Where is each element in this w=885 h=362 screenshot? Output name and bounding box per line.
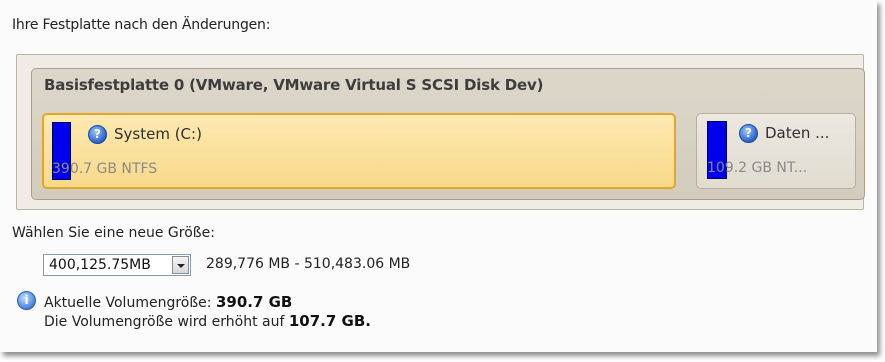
disk-container: Basisfestplatte 0 (VMware, VMware Virtua… [31, 68, 865, 200]
partition-name: System (C:) [114, 125, 202, 143]
disk-map: Basisfestplatte 0 (VMware, VMware Virtua… [16, 54, 865, 210]
chevron-down-icon[interactable] [172, 256, 189, 274]
increase-size-value: 107.7 GB. [288, 312, 371, 330]
new-size-combo[interactable]: 400,125.75MB [43, 254, 191, 276]
current-size-label: Aktuelle Volumengröße: [44, 295, 212, 311]
question-icon: ? [739, 124, 758, 143]
partition-system[interactable]: ? System (C:) 390.7 GB NTFS [42, 113, 676, 189]
current-size-line: Aktuelle Volumengröße: 390.7 GB [44, 293, 292, 311]
new-size-value[interactable]: 400,125.75MB [49, 257, 173, 273]
resize-panel: Ihre Festplatte nach den Änderungen: Bas… [0, 0, 877, 352]
increase-size-line: Die Volumengröße wird erhöht auf 107.7 G… [44, 312, 371, 330]
partition-info: 109.2 GB NT... [707, 160, 808, 176]
size-range: 289,776 MB - 510,483.06 MB [206, 256, 411, 272]
partition-name: Daten ... [765, 124, 830, 142]
info-icon: i [17, 291, 36, 310]
current-size-value: 390.7 GB [215, 293, 293, 311]
disk-title: Basisfestplatte 0 (VMware, VMware Virtua… [44, 76, 544, 94]
partition-daten[interactable]: ? Daten ... 109.2 GB NT... [696, 113, 856, 189]
question-icon: ? [88, 125, 107, 144]
section-label: Ihre Festplatte nach den Änderungen: [12, 17, 271, 33]
increase-size-label: Die Volumengröße wird erhöht auf [44, 314, 285, 330]
new-size-label: Wählen Sie eine neue Größe: [12, 225, 215, 241]
partition-info: 390.7 GB NTFS [52, 161, 158, 177]
